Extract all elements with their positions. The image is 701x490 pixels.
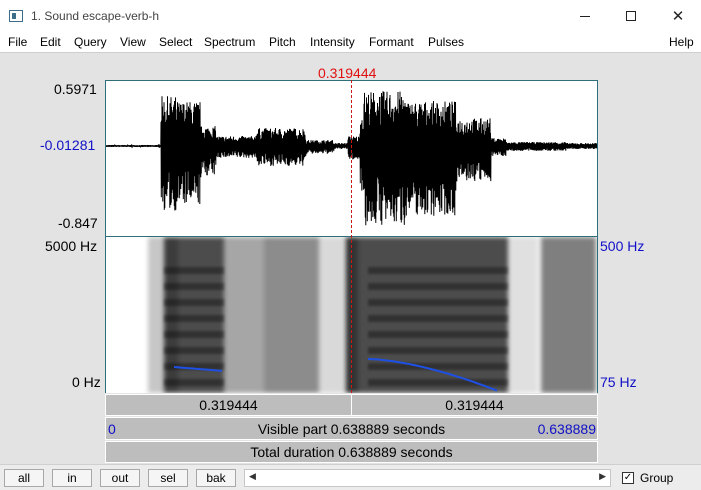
close-button[interactable]: ✕ [655, 0, 701, 32]
title-bar: 1. Sound escape-verb-h ✕ [0, 0, 701, 32]
zoom-in-button[interactable]: in [52, 469, 92, 487]
group-checkbox[interactable]: ✓ [622, 472, 634, 484]
visible-end-label: 0.638889 [537, 421, 596, 437]
window-title: 1. Sound escape-verb-h [31, 9, 160, 23]
cursor-line [351, 80, 352, 393]
zoom-selection-button[interactable]: sel [148, 469, 188, 487]
menu-select[interactable]: Select [159, 35, 192, 49]
menu-pulses[interactable]: Pulses [428, 35, 464, 49]
segment-left[interactable]: 0.319444 [106, 395, 352, 415]
maximize-icon [626, 11, 636, 21]
minimize-icon [580, 15, 590, 17]
menu-intensity[interactable]: Intensity [310, 35, 355, 49]
menu-file[interactable]: File [8, 35, 27, 49]
total-duration-text: Total duration 0.638889 seconds [106, 442, 597, 462]
amplitude-zero-label: -0.01281 [40, 137, 96, 153]
amplitude-min-label: -0.847 [58, 215, 98, 231]
selection-bar: 0.319444 0.319444 [105, 394, 598, 416]
segment-right-value: 0.319444 [445, 397, 504, 413]
menu-query[interactable]: Query [74, 35, 107, 49]
minimize-button[interactable] [562, 0, 608, 32]
scroll-left-icon[interactable]: ◀ [249, 471, 256, 482]
visible-part-label: Visible part 0.638889 seconds [257, 420, 446, 437]
total-duration-bar[interactable]: Total duration 0.638889 seconds [105, 441, 598, 463]
zoom-out-button[interactable]: out [100, 469, 140, 487]
menu-formant[interactable]: Formant [369, 35, 414, 49]
cursor-time-label: 0.319444 [318, 65, 377, 81]
segment-right[interactable]: 0.319444 [352, 395, 597, 415]
sound-editor-area: 0.319444 0.5971 -0.01281 -0.847 5000 Hz … [0, 52, 701, 464]
menu-edit[interactable]: Edit [40, 35, 61, 49]
visible-part-bar[interactable]: 0 Visible part 0.638889 seconds 0.638889 [105, 417, 598, 440]
total-duration-label: Total duration 0.638889 seconds [250, 444, 453, 460]
maximize-button[interactable] [608, 0, 654, 32]
pitch-bottom-label: 75 Hz [600, 374, 637, 390]
menu-pitch[interactable]: Pitch [269, 35, 296, 49]
menu-view[interactable]: View [120, 35, 146, 49]
frequency-bottom-label: 0 Hz [72, 374, 101, 390]
group-label: Group [640, 471, 674, 485]
menu-bar: File Edit Query View Select Spectrum Pit… [0, 32, 701, 52]
pitch-top-label: 500 Hz [600, 238, 645, 254]
horizontal-scrollbar[interactable]: ◀ ▶ [244, 469, 611, 487]
amplitude-max-label: 0.5971 [54, 81, 97, 97]
menu-spectrum[interactable]: Spectrum [204, 35, 255, 49]
scroll-right-icon[interactable]: ▶ [599, 471, 606, 482]
menu-help[interactable]: Help [669, 35, 694, 49]
close-icon: ✕ [671, 8, 685, 25]
frequency-top-label: 5000 Hz [45, 238, 98, 254]
visible-part-text: Visible part 0.638889 seconds [106, 418, 597, 439]
zoom-all-button[interactable]: all [4, 469, 44, 487]
praat-window-icon [9, 10, 23, 22]
zoom-back-button[interactable]: bak [196, 469, 236, 487]
bottom-controls: all in out sel bak ◀ ▶ ✓ Group [0, 464, 701, 490]
segment-left-value: 0.319444 [199, 397, 258, 413]
